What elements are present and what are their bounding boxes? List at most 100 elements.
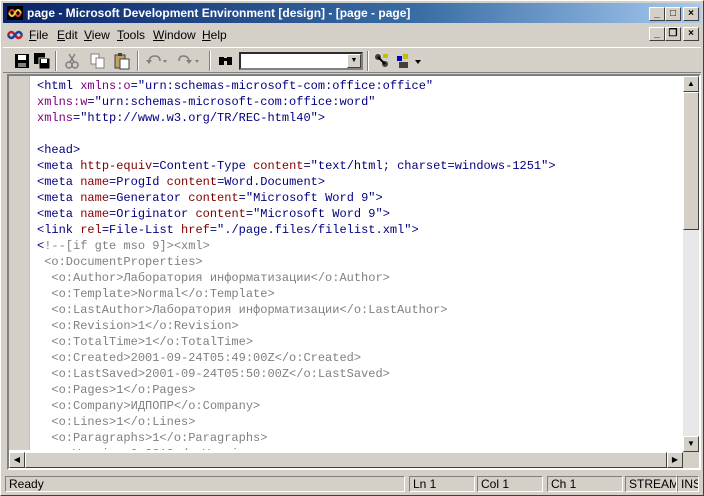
copy-icon[interactable] — [89, 52, 107, 70]
code-token: ="urn:schemas-microsoft-com:office:word" — [87, 95, 376, 109]
code-token: <html — [37, 79, 81, 93]
redo-icon[interactable] — [177, 52, 201, 70]
find-icon[interactable] — [217, 52, 235, 70]
code-line: <html xmlns:o="urn:schemas-microsoft-com… — [37, 78, 677, 94]
scroll-up-icon[interactable]: ▲ — [683, 76, 699, 92]
code-token: <o:Company>ИДПОПР</o:Company> — [37, 399, 261, 413]
paste-icon[interactable] — [113, 52, 131, 70]
document-system-icon[interactable] — [7, 28, 23, 42]
window-title: page - Microsoft Development Environment… — [27, 6, 411, 20]
code-line: <meta name=Originator content="Microsoft… — [37, 206, 677, 222]
code-token: <o:Pages>1</o:Pages> — [37, 383, 196, 397]
status-line: Ln 1 — [409, 476, 475, 492]
status-char: Ch 1 — [547, 476, 623, 492]
minimize-button[interactable]: _ — [649, 7, 665, 21]
code-line: <o:Lines>1</o:Lines> — [37, 414, 677, 430]
scroll-left-icon[interactable]: ◀ — [9, 452, 25, 468]
status-bar: Ready Ln 1 Col 1 Ch 1 STREAM INS — [3, 474, 701, 494]
code-token: <o:Version>9.2812</o:Version> — [37, 447, 260, 450]
doc-minimize-button[interactable]: _ — [649, 27, 665, 41]
menu-file[interactable]: File — [29, 28, 48, 42]
code-token: <o:LastSaved>2001-09-24T05:50:00Z</o:Las… — [37, 367, 390, 381]
scroll-right-icon[interactable]: ▶ — [667, 452, 683, 468]
code-token: name — [80, 191, 110, 205]
maximize-button[interactable]: □ — [665, 7, 681, 21]
doc-restore-button[interactable]: ❐ — [665, 27, 681, 41]
status-message: Ready — [5, 476, 405, 492]
devenv-app-icon — [7, 6, 23, 20]
scrollbar-corner — [683, 452, 699, 468]
code-line: <meta name=ProgId content=Word.Document> — [37, 174, 677, 190]
code-token: <link — [37, 223, 81, 237]
code-line: <o:LastSaved>2001-09-24T05:50:00Z</o:Las… — [37, 366, 677, 382]
cut-icon[interactable] — [63, 52, 81, 70]
code-line: <o:Template>Normal</o:Template> — [37, 286, 677, 302]
save-icon[interactable] — [13, 52, 31, 70]
solution-explorer-icon[interactable] — [373, 52, 391, 70]
code-token: <o:TotalTime>1</o:TotalTime> — [37, 335, 254, 349]
code-token: <meta — [37, 207, 81, 221]
menu-edit[interactable]: Edit — [57, 28, 78, 42]
ide-window: page - Microsoft Development Environment… — [0, 0, 704, 496]
code-token: content — [195, 207, 246, 221]
title-bar[interactable]: page - Microsoft Development Environment… — [3, 3, 701, 23]
close-button[interactable]: × — [683, 7, 699, 21]
code-line: <o:Company>ИДПОПР</o:Company> — [37, 398, 677, 414]
code-token: ="Microsoft Word 9"> — [238, 191, 383, 205]
menu-view[interactable]: View — [84, 28, 110, 42]
code-token: =Originator — [109, 207, 196, 221]
code-line: <o:LastAuthor>Лаборатория информатизации… — [37, 302, 677, 318]
code-token: <meta — [37, 191, 81, 205]
vertical-scroll-thumb[interactable] — [683, 92, 699, 230]
menu-bar: File Edit View Tools Window Help — [3, 25, 701, 45]
code-token: ="urn:schemas-microsoft-com:office:offic… — [130, 79, 434, 93]
code-token: <o:Template>Normal</o:Template> — [37, 287, 275, 301]
undo-icon[interactable] — [145, 52, 169, 70]
code-line: <head> — [37, 142, 677, 158]
save-all-icon[interactable] — [33, 52, 51, 70]
code-token: !--[if gte mso 9]><xml> — [44, 239, 210, 253]
toolbox-dropdown-icon[interactable] — [395, 52, 423, 70]
code-token: href — [181, 223, 210, 237]
menu-window[interactable]: Window — [153, 28, 196, 42]
menu-help[interactable]: Help — [202, 28, 227, 42]
scroll-down-icon[interactable]: ▼ — [683, 436, 699, 452]
chevron-down-icon[interactable]: ▼ — [347, 54, 361, 68]
code-line: <o:TotalTime>1</o:TotalTime> — [37, 334, 677, 350]
code-token: =Content-Type — [152, 159, 254, 173]
code-editor[interactable]: <html xmlns:o="urn:schemas-microsoft-com… — [7, 74, 701, 470]
status-mode: STREAM — [625, 476, 677, 492]
code-line: <o:Paragraphs>1</o:Paragraphs> — [37, 430, 677, 446]
code-token: name — [80, 207, 110, 221]
code-token: content — [188, 191, 239, 205]
code-token: <meta — [37, 175, 81, 189]
code-token: <o:Author>Лаборатория информатизации</o:… — [37, 271, 390, 285]
code-token: <o:Lines>1</o:Lines> — [37, 415, 196, 429]
code-token: =File-List — [101, 223, 182, 237]
code-token: content — [253, 159, 304, 173]
doc-close-button[interactable]: × — [683, 27, 699, 41]
horizontal-scrollbar[interactable]: ◀ ▶ — [9, 452, 683, 468]
code-token: xmlns:o — [80, 79, 131, 93]
code-token: rel — [80, 223, 102, 237]
menu-tools[interactable]: Tools — [117, 28, 145, 42]
code-line: <o:Created>2001-09-24T05:49:00Z</o:Creat… — [37, 350, 677, 366]
code-token: ="Microsoft Word 9"> — [245, 207, 390, 221]
code-token: <o:DocumentProperties> — [37, 255, 203, 269]
horizontal-scroll-thumb[interactable] — [25, 452, 667, 468]
code-line: xmlns="http://www.w3.org/TR/REC-html40"> — [37, 110, 677, 126]
code-line: <meta http-equiv=Content-Type content="t… — [37, 158, 677, 174]
code-token: <o:Revision>1</o:Revision> — [37, 319, 239, 333]
code-line: xmlns:w="urn:schemas-microsoft-com:offic… — [37, 94, 677, 110]
code-token: =ProgId — [109, 175, 167, 189]
vertical-scrollbar[interactable]: ▲ ▼ — [683, 76, 699, 452]
find-combo[interactable]: ▼ — [239, 52, 363, 70]
code-token: ="./page.files/filelist.xml"> — [209, 223, 419, 237]
code-token: =Word.Document> — [217, 175, 326, 189]
code-text-area[interactable]: <html xmlns:o="urn:schemas-microsoft-com… — [37, 78, 677, 450]
code-token: content — [166, 175, 218, 189]
code-token: =Generator — [109, 191, 189, 205]
code-line: <o:Author>Лаборатория информатизации</o:… — [37, 270, 677, 286]
code-token: <o:Created>2001-09-24T05:49:00Z</o:Creat… — [37, 351, 362, 365]
